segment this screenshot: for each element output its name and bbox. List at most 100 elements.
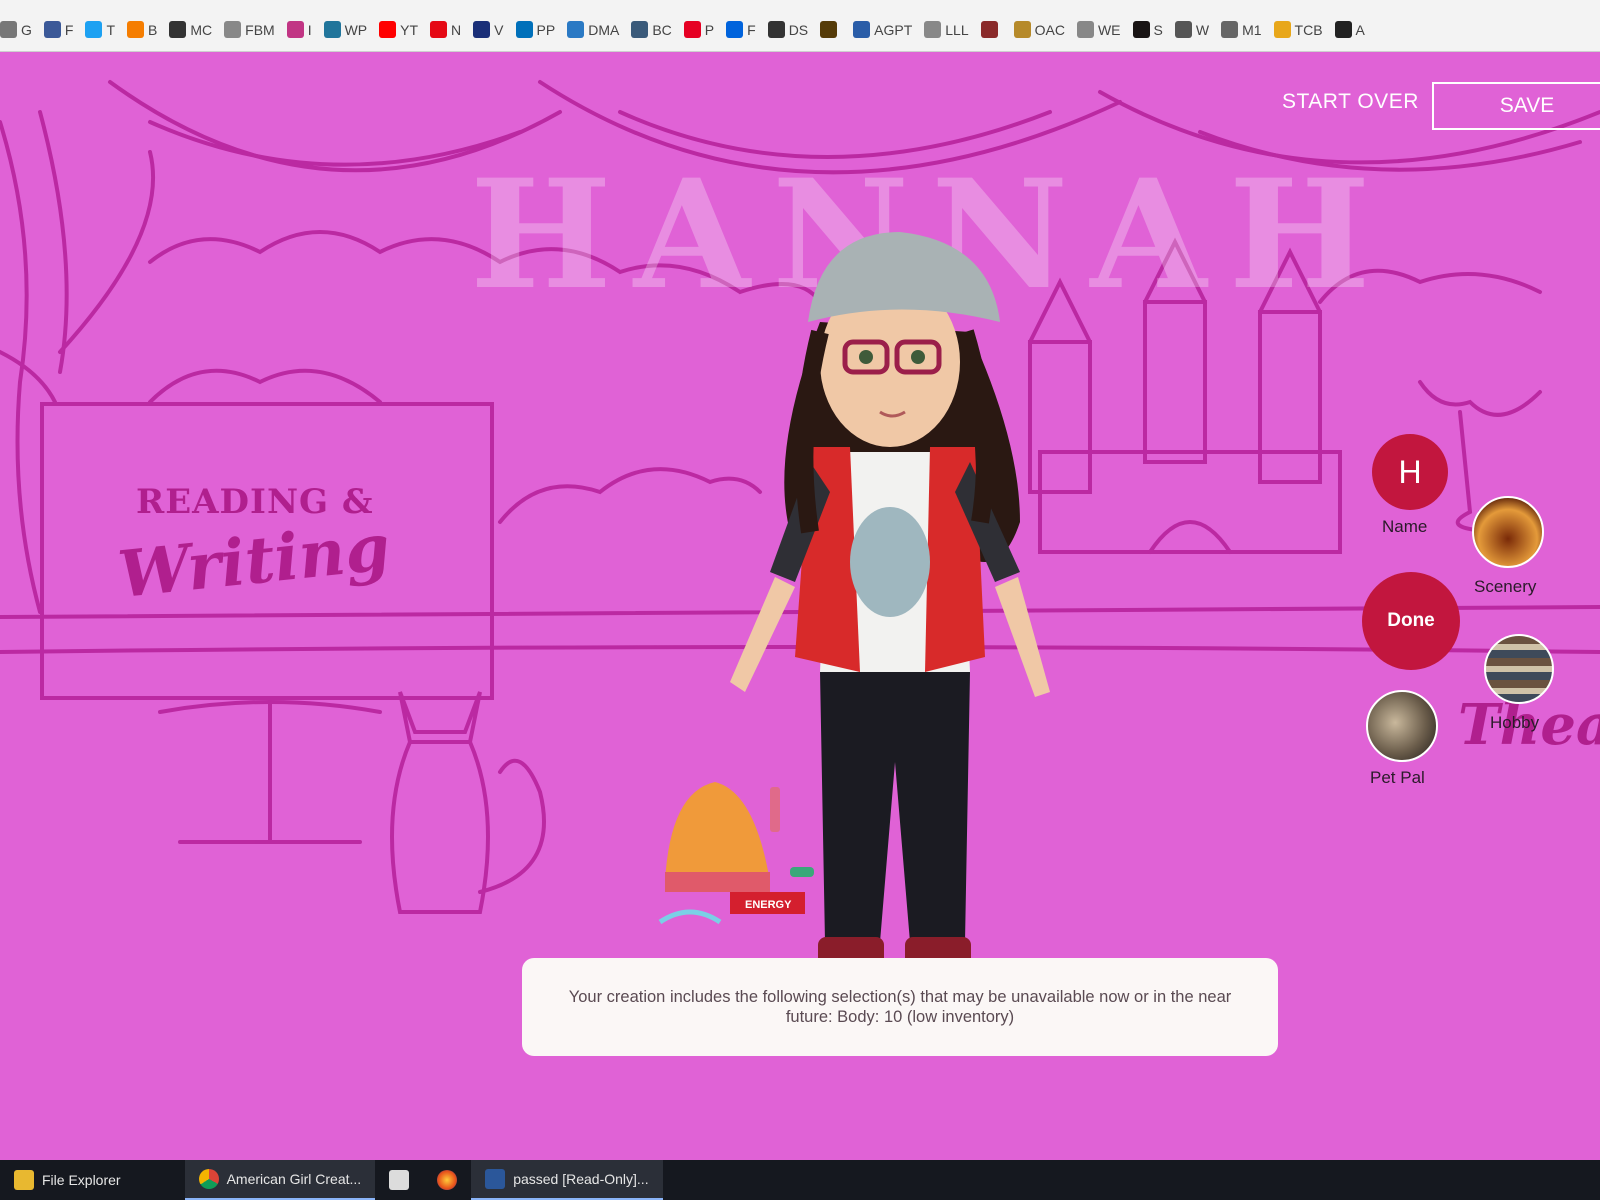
bookmark-label: V: [494, 21, 504, 38]
taskbar-chrome[interactable]: American Girl Creat...: [184, 1160, 376, 1200]
chrome-icon: [198, 1169, 219, 1189]
bookmark-item[interactable]: S: [1132, 21, 1163, 38]
paypal-icon: [515, 21, 533, 38]
save-button[interactable]: SAVE: [1432, 82, 1600, 130]
bookmark-item[interactable]: G: [0, 21, 32, 38]
pet-pal-step-label: Pet Pal: [1370, 768, 1425, 787]
bookmark-item[interactable]: YT: [379, 21, 418, 38]
taskbar-chrome-label: American Girl Creat...: [226, 1171, 362, 1187]
instagram-icon: [286, 21, 304, 38]
vimeo-icon: [473, 21, 491, 38]
bookmarks-bar: G F T B MC FBM I WP YT N V PP DMA BC P F DS AGPT LLL OAC WE S…: [0, 0, 1600, 52]
bookmark-item[interactable]: OAC: [1013, 21, 1065, 38]
bookmark-item[interactable]: W: [1174, 21, 1209, 38]
m1-icon: [1221, 21, 1239, 38]
bookmark-item[interactable]: WP: [323, 21, 368, 38]
energy-bar-label: ENERGY: [745, 899, 792, 911]
blogger-icon: [127, 21, 145, 38]
bookmark-label: S: [1153, 21, 1163, 38]
taskbar-store[interactable]: [375, 1160, 423, 1200]
bookmark-item[interactable]: I: [286, 21, 312, 38]
bookmark-label: YT: [400, 21, 419, 38]
bookmark-item[interactable]: M1: [1221, 21, 1262, 38]
windows-taskbar: File Explorer American Girl Creat... pas…: [0, 1160, 1600, 1200]
bookmark-label: F: [64, 21, 74, 38]
bookmark-item[interactable]: MC: [169, 21, 212, 38]
bookmark-label: PP: [536, 21, 556, 38]
goodreads-icon: [820, 21, 838, 38]
bookmark-item[interactable]: B: [127, 21, 157, 38]
bookmark-item[interactable]: FBM: [224, 21, 275, 38]
twitter-icon: [85, 21, 103, 38]
youtube-icon: [379, 21, 397, 38]
taskbar-file-explorer[interactable]: File Explorer: [0, 1160, 135, 1200]
bookmark-label: DMA: [588, 21, 620, 38]
scenery-step-label: Scenery: [1474, 577, 1537, 596]
bookmark-item[interactable]: DMA: [567, 21, 619, 38]
dma-icon: [567, 21, 585, 38]
tcb-icon: [1273, 21, 1291, 38]
bookmark-label: I: [307, 21, 312, 38]
bookmark-item[interactable]: WE: [1076, 21, 1121, 38]
bookmark-label: WP: [344, 21, 368, 38]
oac-icon: [1013, 21, 1031, 38]
accessory-set-image: ENERGY: [658, 782, 814, 925]
bookmark-label: WE: [1097, 21, 1121, 38]
hobby-step-label: Hobby: [1490, 713, 1540, 732]
bookmark-item[interactable]: LLL: [924, 21, 969, 38]
bookmark-label: BC: [652, 21, 672, 38]
folder-icon: [14, 1170, 34, 1190]
bookmark-label: N: [451, 21, 462, 38]
bookmark-item[interactable]: N: [430, 21, 461, 38]
lib-icon: [980, 21, 998, 38]
bookmark-item[interactable]: BC: [631, 21, 672, 38]
bookmark-label: MC: [190, 21, 213, 38]
bookmark-item[interactable]: V: [473, 21, 504, 38]
bookmark-item[interactable]: AGPT: [853, 21, 912, 38]
facebook-icon: [43, 21, 61, 38]
bookmark-item[interactable]: [820, 21, 841, 38]
scenery-step-button[interactable]: [1472, 496, 1544, 568]
store-icon: [389, 1170, 410, 1190]
done-button[interactable]: Done: [1362, 572, 1460, 670]
page-icon: [924, 21, 942, 38]
flickr-icon: [726, 21, 744, 38]
mailchimp-icon: [169, 21, 187, 38]
bookmark-item[interactable]: P: [683, 21, 715, 38]
bookmark-item[interactable]: TCB: [1273, 21, 1323, 38]
bookmark-item[interactable]: T: [85, 21, 115, 38]
taskbar-firefox[interactable]: [423, 1160, 471, 1200]
start-over-button[interactable]: START OVER: [1282, 90, 1419, 114]
page-icon: [224, 21, 242, 38]
bookmark-label: T: [106, 21, 116, 38]
bookmark-label: M1: [1242, 21, 1262, 38]
bookmark-label: TCB: [1294, 21, 1323, 38]
name-step-label: Name: [1382, 517, 1428, 536]
ds-icon: [767, 21, 785, 38]
bookmark-label: LLL: [945, 21, 969, 38]
bc-icon: [631, 21, 649, 38]
bookmark-item[interactable]: [980, 21, 1002, 38]
bookmark-label: P: [704, 21, 715, 38]
name-step-button[interactable]: H: [1372, 434, 1448, 510]
netflix-icon: [430, 21, 448, 38]
bookmark-item[interactable]: PP: [515, 21, 556, 38]
agpt-icon: [853, 21, 871, 38]
doll-creator-canvas: HANNAH READING & Writing Theat START OVE…: [0, 52, 1600, 1160]
hobby-step-button[interactable]: [1484, 634, 1554, 704]
bookmark-label: A: [1355, 21, 1365, 38]
pet-pal-step-button[interactable]: [1366, 690, 1438, 762]
wordpress-icon: [323, 21, 341, 38]
wikipedia-icon: [1174, 21, 1192, 38]
bookmark-item[interactable]: F: [726, 21, 756, 38]
word-icon: [485, 1169, 506, 1189]
bookmark-item[interactable]: DS: [767, 21, 808, 38]
page-icon: [1076, 21, 1094, 38]
spotify-icon: [1132, 21, 1150, 38]
pinterest-icon: [683, 21, 701, 38]
bookmark-label: B: [148, 21, 158, 38]
bookmark-item[interactable]: A: [1334, 21, 1365, 38]
taskbar-word[interactable]: passed [Read-Only]...: [471, 1160, 663, 1200]
bookmark-item[interactable]: F: [43, 21, 74, 38]
page-icon: [0, 21, 17, 38]
